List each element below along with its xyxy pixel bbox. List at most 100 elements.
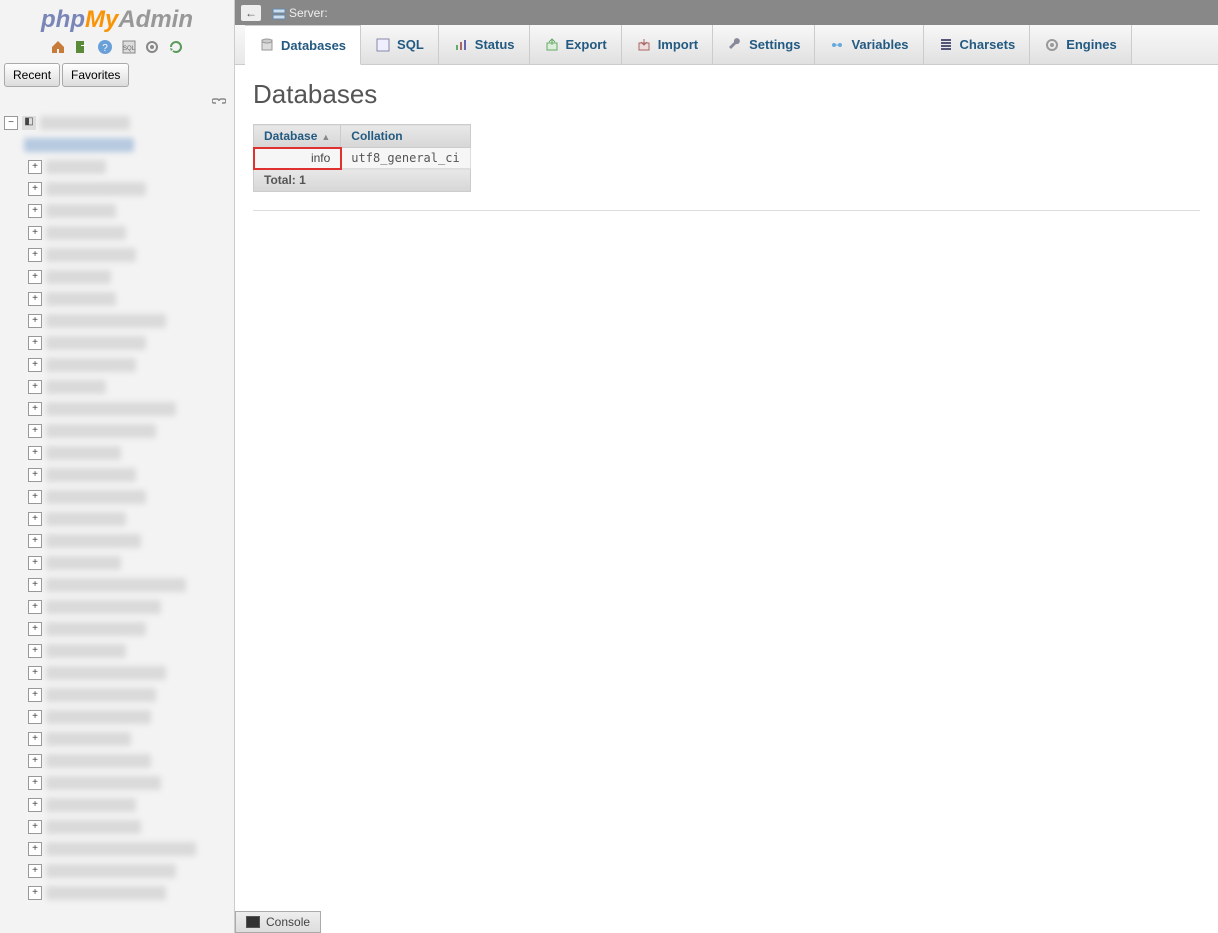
tree-root[interactable]: − ◧ (4, 112, 234, 134)
table-row[interactable]: infoutf8_general_ci (254, 148, 471, 169)
expand-icon[interactable]: + (28, 314, 42, 328)
tree-item[interactable]: + (4, 156, 234, 178)
tree-item[interactable]: + (4, 618, 234, 640)
expand-icon[interactable]: + (28, 380, 42, 394)
charsets-icon (938, 37, 954, 53)
tree-item[interactable]: + (4, 200, 234, 222)
tree-item[interactable]: + (4, 222, 234, 244)
exit-icon[interactable] (74, 39, 90, 55)
tree-item[interactable]: + (4, 530, 234, 552)
tree-item[interactable]: + (4, 750, 234, 772)
tree-item[interactable]: + (4, 398, 234, 420)
expand-icon[interactable]: + (28, 490, 42, 504)
tree-item[interactable]: + (4, 552, 234, 574)
tree-item[interactable]: + (4, 310, 234, 332)
tree-item[interactable]: + (4, 266, 234, 288)
tab-databases[interactable]: Databases (245, 25, 361, 65)
collapse-nav-button[interactable]: ← (241, 5, 261, 21)
tab-export[interactable]: Export (530, 25, 622, 64)
expand-icon[interactable]: + (28, 710, 42, 724)
tree-item[interactable]: + (4, 860, 234, 882)
expand-icon[interactable]: + (28, 578, 42, 592)
tree-item[interactable]: + (4, 640, 234, 662)
tree-item[interactable]: + (4, 486, 234, 508)
expand-icon[interactable]: + (28, 336, 42, 350)
tree-item[interactable]: + (4, 288, 234, 310)
tree-item[interactable]: + (4, 706, 234, 728)
tree-item[interactable]: + (4, 728, 234, 750)
expand-icon[interactable]: + (28, 226, 42, 240)
expand-icon[interactable]: + (28, 446, 42, 460)
expand-icon[interactable]: + (28, 886, 42, 900)
console-toggle[interactable]: Console (235, 911, 321, 933)
expand-icon[interactable]: + (28, 556, 42, 570)
tree-item[interactable]: + (4, 662, 234, 684)
expand-icon[interactable]: + (28, 182, 42, 196)
expand-icon[interactable]: + (28, 864, 42, 878)
tree-item[interactable]: + (4, 354, 234, 376)
expand-icon[interactable]: + (28, 776, 42, 790)
tab-import[interactable]: Import (622, 25, 713, 64)
expand-icon[interactable]: + (28, 270, 42, 284)
favorites-button[interactable]: Favorites (62, 63, 129, 87)
recent-button[interactable]: Recent (4, 63, 60, 87)
tab-status[interactable]: Status (439, 25, 530, 64)
expand-icon[interactable]: + (28, 754, 42, 768)
logo[interactable]: phpMyAdmin (0, 0, 234, 34)
tree-item[interactable] (4, 134, 234, 156)
expand-icon[interactable]: + (28, 688, 42, 702)
tree-item[interactable]: + (4, 442, 234, 464)
tree-item[interactable]: + (4, 420, 234, 442)
settings-icon[interactable] (144, 39, 160, 55)
collapse-icon[interactable]: − (4, 116, 18, 130)
expand-icon[interactable]: + (28, 798, 42, 812)
expand-icon[interactable]: + (28, 666, 42, 680)
expand-icon[interactable]: + (28, 732, 42, 746)
tree-item[interactable]: + (4, 464, 234, 486)
tree-item[interactable]: + (4, 794, 234, 816)
col-collation[interactable]: Collation (341, 125, 470, 148)
expand-icon[interactable]: + (28, 512, 42, 526)
reload-icon[interactable] (168, 39, 184, 55)
tab-sql[interactable]: SQL (361, 25, 439, 64)
tab-engines[interactable]: Engines (1030, 25, 1132, 64)
expand-icon[interactable]: + (28, 204, 42, 218)
nav-link-icon[interactable] (0, 91, 234, 110)
expand-icon[interactable]: + (28, 534, 42, 548)
sql-icon[interactable]: SQL (121, 39, 137, 55)
tree-item[interactable]: + (4, 244, 234, 266)
tree-item[interactable]: + (4, 508, 234, 530)
tree-item[interactable]: + (4, 596, 234, 618)
expand-icon[interactable]: + (28, 402, 42, 416)
expand-icon[interactable]: + (28, 644, 42, 658)
tree-item[interactable]: + (4, 772, 234, 794)
help-icon[interactable]: ? (97, 39, 113, 55)
tab-charsets[interactable]: Charsets (924, 25, 1031, 64)
expand-icon[interactable]: + (28, 358, 42, 372)
expand-icon[interactable]: + (28, 424, 42, 438)
tree-item[interactable]: + (4, 684, 234, 706)
tab-settings[interactable]: Settings (713, 25, 815, 64)
expand-icon[interactable]: + (28, 160, 42, 174)
tree-item-label (46, 204, 116, 218)
home-icon[interactable] (50, 39, 66, 55)
expand-icon[interactable]: + (28, 600, 42, 614)
expand-icon[interactable]: + (28, 622, 42, 636)
expand-icon[interactable]: + (28, 292, 42, 306)
db-name-cell[interactable]: info (254, 148, 341, 169)
col-database[interactable]: Database▲ (254, 125, 341, 148)
expand-icon[interactable]: + (28, 468, 42, 482)
expand-icon[interactable]: + (28, 248, 42, 262)
nav-tree-scroll[interactable]: − ◧ + + + + + + + + + + + + + + + + + + + + + + + + + + + + + + + + + + (0, 110, 234, 933)
tree-item[interactable]: + (4, 332, 234, 354)
tree-item[interactable]: + (4, 838, 234, 860)
expand-icon[interactable]: + (28, 842, 42, 856)
tree-item[interactable]: + (4, 376, 234, 398)
expand-icon[interactable]: + (28, 820, 42, 834)
tree-item[interactable]: + (4, 882, 234, 904)
tree-item[interactable]: + (4, 178, 234, 200)
tree-item[interactable]: + (4, 816, 234, 838)
tree-item[interactable]: + (4, 574, 234, 596)
tab-label: Status (475, 37, 515, 52)
tab-variables[interactable]: Variables (815, 25, 923, 64)
